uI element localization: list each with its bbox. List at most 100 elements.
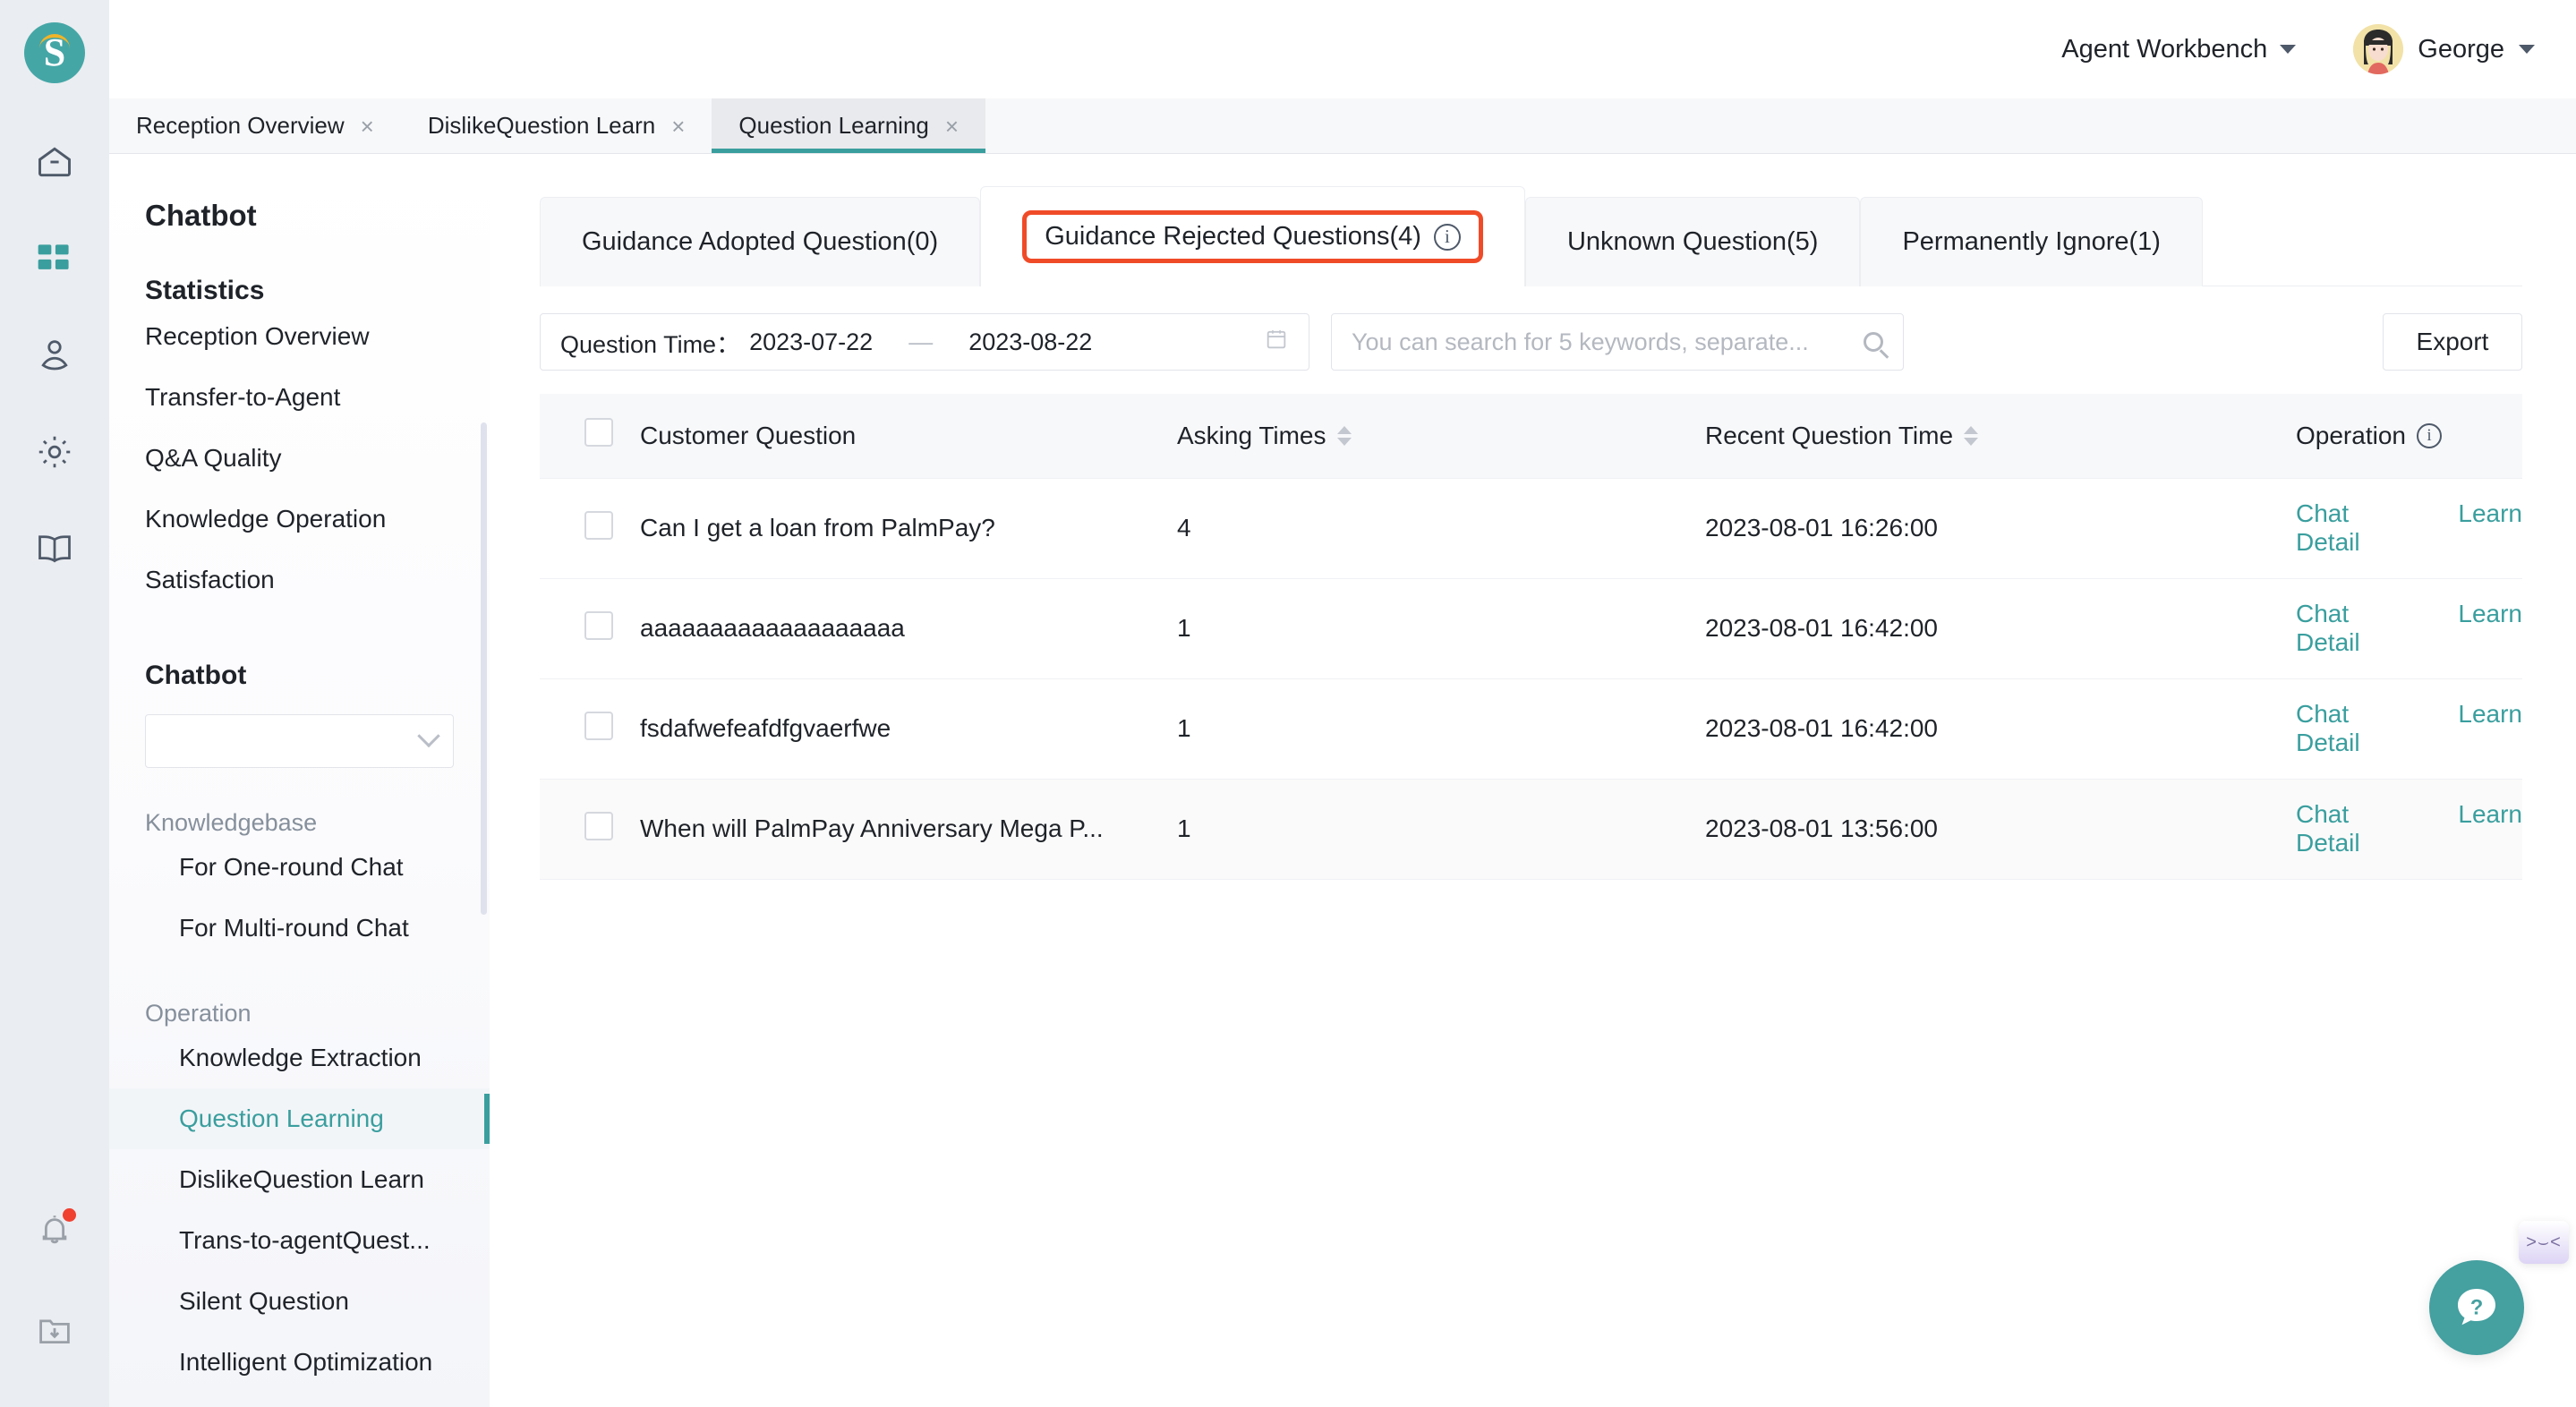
question-time-range-picker[interactable]: Question Time： 2023-07-22 — 2023-08-22 (540, 313, 1309, 371)
sidebot-select[interactable] (145, 714, 454, 768)
learn-link[interactable]: Learn (2458, 700, 2522, 757)
sidebar-heading-chatbot: Chatbot (145, 661, 247, 690)
column-label: Asking Times (1177, 421, 1326, 449)
learn-link[interactable]: Learn (2458, 499, 2522, 557)
sidebar-item-silent-question[interactable]: Silent Question (109, 1271, 490, 1332)
cell-operation: Chat Detail Learn (2296, 578, 2522, 679)
sidebar-item-question-learning[interactable]: Question Learning (109, 1088, 490, 1149)
sidebar-heading-statistics: Statistics (145, 276, 265, 305)
user-menu[interactable]: George (2353, 24, 2535, 74)
sidebar-item-knowledge-extraction[interactable]: Knowledge Extraction (109, 1028, 490, 1088)
svg-text:?: ? (2470, 1296, 2484, 1320)
chat-detail-link[interactable]: Chat Detail (2296, 499, 2417, 557)
row-checkbox[interactable] (584, 510, 613, 540)
close-icon[interactable]: × (945, 115, 959, 138)
keyword-search-box[interactable] (1331, 313, 1904, 371)
user-location-icon[interactable] (30, 330, 80, 380)
feedback-kaomoji-widget[interactable]: >⌣< (2519, 1221, 2569, 1264)
learn-link[interactable]: Learn (2458, 800, 2522, 857)
help-question-icon: ? (2458, 1289, 2495, 1326)
sidebar-item-knowledge-operation[interactable]: Knowledge Operation (109, 489, 490, 550)
tab-guidance-adopted-question[interactable]: Guidance Adopted Question(0) (540, 197, 981, 286)
row-checkbox[interactable] (584, 610, 613, 640)
browser-tab-question-learning[interactable]: Question Learning × (712, 98, 986, 153)
table-row[interactable]: aaaaaaaaaaaaaaaaaaa 1 2023-08-01 16:42:0… (540, 578, 2522, 679)
sidebar-item-qa-quality[interactable]: Q&A Quality (109, 428, 490, 489)
row-select-cell (540, 578, 640, 679)
date-start-value[interactable]: 2023-07-22 (749, 328, 873, 356)
book-icon[interactable] (30, 524, 80, 574)
sidebar-heading-knowledgebase: Knowledgebase (145, 809, 318, 836)
chat-detail-link[interactable]: Chat Detail (2296, 600, 2417, 657)
row-checkbox[interactable] (584, 711, 613, 740)
tab-label: Permanently Ignore(1) (1902, 227, 2161, 256)
info-icon[interactable]: i (2416, 422, 2442, 448)
app-logo: S (24, 22, 85, 83)
tab-label: Guidance Rejected Questions(4) (1045, 222, 1421, 251)
row-checkbox[interactable] (584, 811, 613, 840)
card-tab-bar: Guidance Adopted Question(0) Guidance Re… (540, 186, 2522, 286)
search-icon[interactable] (1864, 332, 1883, 352)
table-row[interactable]: Can I get a loan from PalmPay? 4 2023-08… (540, 478, 2522, 579)
export-label: Export (2416, 328, 2489, 355)
sidebar-item-trans-to-agent-question[interactable]: Trans-to-agentQuest... (109, 1210, 490, 1271)
help-button[interactable]: ? (2429, 1260, 2524, 1355)
agent-workbench-menu[interactable]: Agent Workbench (2061, 35, 2297, 64)
column-label: Recent Question Time (1705, 421, 1954, 449)
chevron-down-icon (417, 724, 440, 748)
search-input[interactable] (1352, 328, 1864, 356)
tab-unknown-question[interactable]: Unknown Question(5) (1524, 197, 1861, 286)
gear-icon[interactable] (30, 427, 80, 477)
calendar-icon (1264, 327, 1289, 358)
select-all-checkbox[interactable] (584, 418, 613, 448)
cell-recent-question-time: 2023-08-01 16:26:00 (1705, 478, 2296, 579)
sidebar-item-for-one-round-chat[interactable]: For One-round Chat (109, 837, 490, 898)
cell-asking-times: 4 (1177, 478, 1705, 579)
sidebar-scroll-area: Chatbot Statistics Reception Overview Tr… (109, 154, 490, 1393)
row-select-cell (540, 678, 640, 780)
download-folder-icon[interactable] (30, 1305, 80, 1355)
home-icon[interactable] (30, 137, 80, 187)
cell-customer-question: aaaaaaaaaaaaaaaaaaa (640, 578, 1177, 679)
browser-tab-reception-overview[interactable]: Reception Overview × (109, 98, 401, 153)
sidebar-heading-operation: Operation (145, 1000, 252, 1027)
apps-grid-icon[interactable] (30, 234, 80, 284)
sidebar-item-transfer-to-agent[interactable]: Transfer-to-Agent (109, 367, 490, 428)
sidebar-item-reception-overview[interactable]: Reception Overview (109, 306, 490, 367)
user-name: George (2418, 34, 2504, 64)
sidebar-item-for-multi-round-chat[interactable]: For Multi-round Chat (109, 898, 490, 959)
bell-icon[interactable] (30, 1205, 80, 1255)
chevron-down-icon (2280, 45, 2297, 54)
column-label: Operation (2296, 421, 2406, 449)
chat-detail-link[interactable]: Chat Detail (2296, 800, 2417, 857)
column-recent-question-time[interactable]: Recent Question Time (1705, 394, 2296, 479)
browser-tab-label: Question Learning (738, 112, 929, 139)
questions-table: Customer Question Asking Times Recent Qu… (540, 394, 2522, 880)
sidebar-item-intelligent-optimization[interactable]: Intelligent Optimization (109, 1332, 490, 1393)
info-icon[interactable]: i (1433, 223, 1461, 251)
column-asking-times[interactable]: Asking Times (1177, 394, 1705, 479)
cell-customer-question: fsdafwefeafdfgvaerfwe (640, 678, 1177, 780)
sidebar-item-satisfaction[interactable]: Satisfaction (109, 550, 490, 610)
tab-permanently-ignore[interactable]: Permanently Ignore(1) (1860, 197, 2203, 286)
sidebar-scrollbar[interactable] (481, 422, 487, 915)
tab-highlight-ring: Guidance Rejected Questions(4) i (1022, 210, 1483, 263)
cell-customer-question: Can I get a loan from PalmPay? (640, 478, 1177, 579)
close-icon[interactable]: × (671, 115, 685, 138)
close-icon[interactable]: × (361, 115, 374, 138)
table-row[interactable]: fsdafwefeafdfgvaerfwe 1 2023-08-01 16:42… (540, 678, 2522, 780)
table-row[interactable]: When will PalmPay Anniversary Mega P... … (540, 779, 2522, 880)
date-end-value[interactable]: 2023-08-22 (968, 328, 1092, 356)
rail-bottom-icons (0, 1205, 109, 1355)
cell-asking-times: 1 (1177, 779, 1705, 880)
learn-link[interactable]: Learn (2458, 600, 2522, 657)
avatar (2353, 24, 2404, 74)
sidebar-item-dislikequestion-learn[interactable]: DislikeQuestion Learn (109, 1149, 490, 1210)
sort-icon[interactable] (1336, 425, 1352, 446)
chat-detail-link[interactable]: Chat Detail (2296, 700, 2417, 757)
browser-tab-dislikequestion-learn[interactable]: DislikeQuestion Learn × (401, 98, 712, 153)
cell-recent-question-time: 2023-08-01 16:42:00 (1705, 578, 2296, 679)
tab-guidance-rejected-questions[interactable]: Guidance Rejected Questions(4) i (980, 186, 1525, 286)
export-button[interactable]: Export (2383, 313, 2522, 371)
sort-icon[interactable] (1964, 425, 1979, 446)
